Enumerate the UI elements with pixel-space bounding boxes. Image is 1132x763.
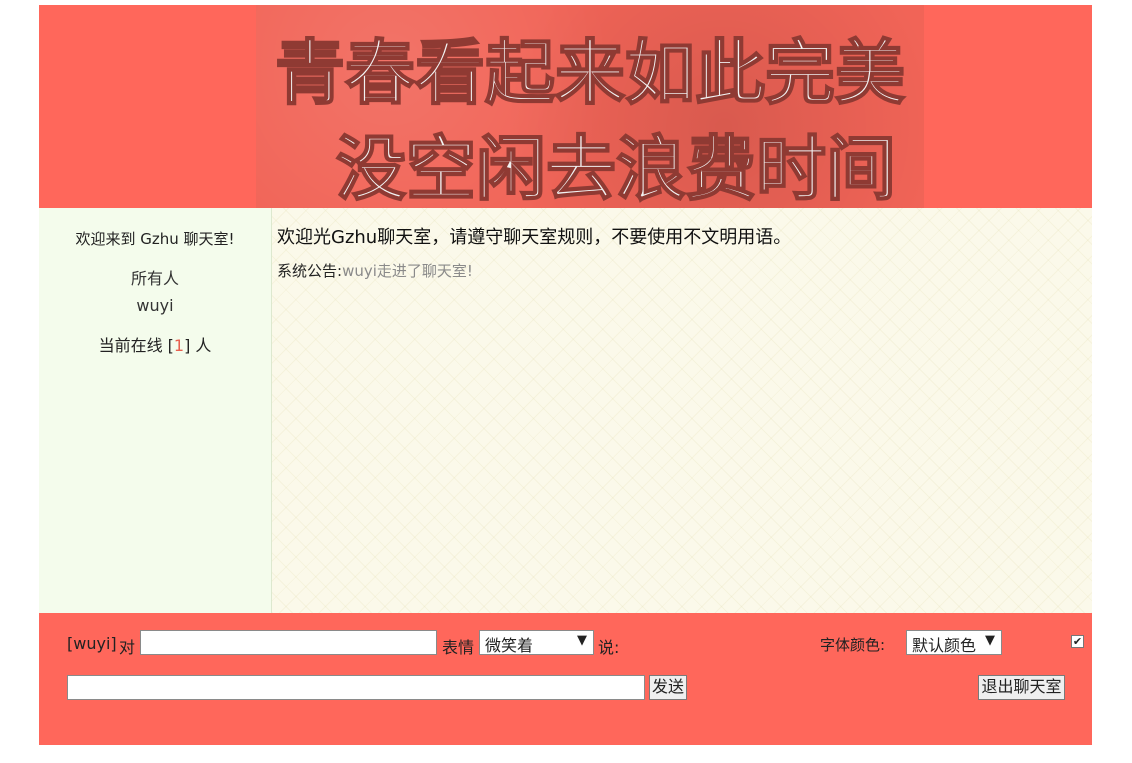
dropdown-arrow-icon: ▼ — [577, 633, 587, 648]
emotion-label: 表情 — [442, 638, 475, 657]
banner-line2: 没空闲去浪费时间 — [336, 128, 896, 208]
font-color-select[interactable]: 默认颜色 ▼ — [906, 630, 1002, 655]
font-color-selected-value: 默认颜色 — [912, 636, 977, 655]
banner-line1: 青春看起来如此完美 — [275, 32, 905, 114]
say-label: 说: — [598, 638, 620, 657]
chat-welcome-message: 欢迎光Gzhu聊天室，请遵守聊天室规则，不要使用不文明用语。 — [277, 227, 792, 248]
system-announcement: 系统公告:wuyi走进了聊天室! — [277, 260, 473, 281]
online-count: 1 — [173, 336, 185, 355]
private-message-checkbox[interactable]: ✔ — [1071, 635, 1084, 648]
emotion-select[interactable]: 微笑着 ▼ — [479, 630, 594, 655]
announcement-label: 系统公告: — [277, 262, 343, 280]
banner-calligraphy: 青春看起来如此完美 没空闲去浪费时间 — [274, 31, 906, 208]
message-input[interactable] — [67, 675, 645, 700]
font-color-label: 字体颜色: — [820, 636, 886, 654]
user-list-item-all[interactable]: 所有人 — [39, 265, 271, 289]
chat-message-area: 欢迎光Gzhu聊天室，请遵守聊天室规则，不要使用不文明用语。 系统公告:wuyi… — [272, 208, 1092, 613]
checkmark-icon: ✔ — [1072, 635, 1083, 648]
online-count-text: 当前在线 [1] 人 — [39, 332, 271, 356]
user-list-item-wuyi[interactable]: wuyi — [39, 296, 271, 315]
target-user-input[interactable] — [140, 630, 437, 655]
banner-artwork: 青春看起来如此完美 没空闲去浪费时间 — [256, 5, 924, 208]
announcement-message: wuyi走进了聊天室! — [342, 262, 473, 280]
header-banner: 青春看起来如此完美 没空闲去浪费时间 — [39, 5, 1092, 208]
welcome-text: 欢迎来到 Gzhu 聊天室! — [75, 230, 235, 248]
to-label: 对 — [119, 638, 136, 657]
dropdown-arrow-icon: ▼ — [985, 633, 995, 648]
current-user-label: [wuyi] — [67, 634, 117, 653]
emotion-selected-value: 微笑着 — [485, 636, 534, 655]
message-composer: [wuyi] 对 表情 微笑着 ▼ 说: 字体颜色: 默认颜色 ▼ ✔ 发送 退… — [39, 613, 1092, 745]
exit-chat-room-button[interactable]: 退出聊天室 — [978, 675, 1065, 700]
user-sidebar: 欢迎来到 Gzhu 聊天室! 所有人 wuyi 当前在线 [1] 人 — [39, 208, 272, 613]
online-suffix: ] 人 — [184, 336, 212, 355]
online-prefix: 当前在线 [ — [98, 336, 174, 355]
send-button[interactable]: 发送 — [649, 675, 687, 700]
chat-room-page: 青春看起来如此完美 没空闲去浪费时间 欢迎来到 Gzhu 聊天室! 所有人 wu… — [39, 5, 1092, 745]
